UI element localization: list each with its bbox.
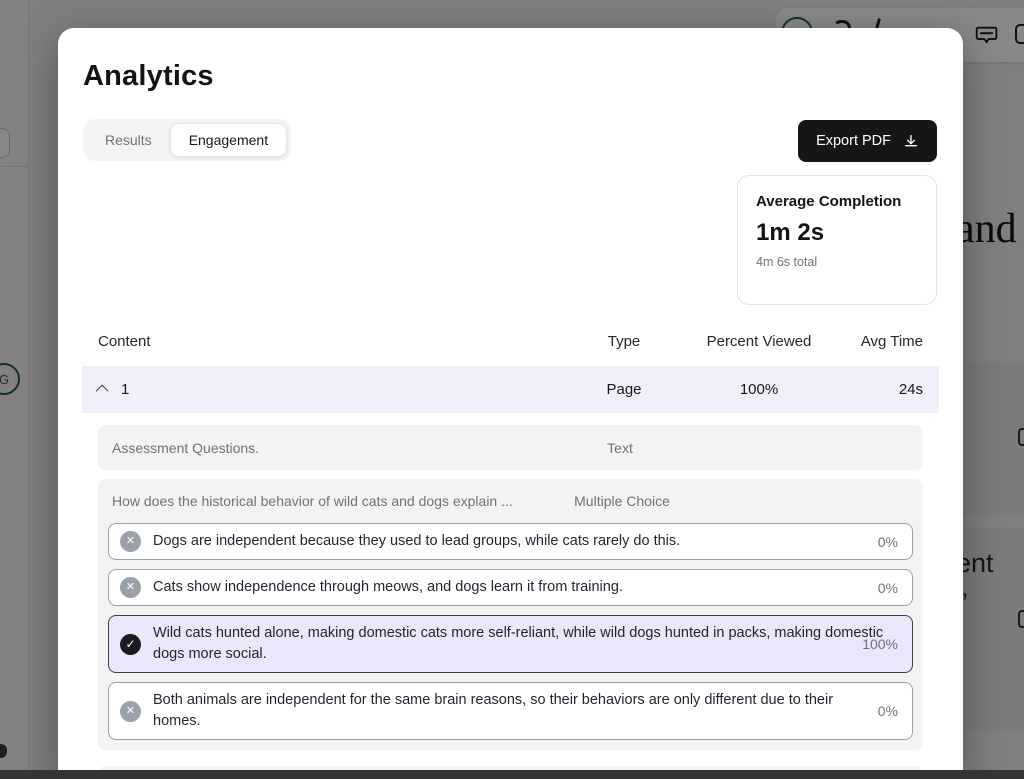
- table-row-page-1[interactable]: 1 Page 100% 24s: [82, 366, 939, 413]
- page-title: Analytics: [83, 60, 214, 93]
- header-type: Type: [569, 333, 679, 350]
- row-avg-time: 24s: [839, 381, 939, 398]
- tab-engagement[interactable]: Engagement: [170, 123, 287, 157]
- tab-results[interactable]: Results: [87, 124, 170, 156]
- answer-option-percent: 0%: [878, 534, 898, 550]
- header-content: Content: [82, 333, 569, 350]
- analytics-modal: Analytics Results Engagement Export PDF …: [58, 28, 963, 779]
- answer-option-text: Dogs are independent because they used t…: [153, 531, 866, 552]
- answer-option-correct: ✓ Wild cats hunted alone, making domesti…: [108, 615, 913, 673]
- subrow-type: Text: [518, 440, 722, 456]
- row-percent-viewed: 100%: [679, 381, 839, 398]
- answer-option-text: Both animals are independent for the sam…: [153, 690, 866, 732]
- question-type: Multiple Choice: [520, 493, 724, 509]
- x-circle-icon: ✕: [120, 701, 141, 722]
- answer-option-percent: 0%: [878, 703, 898, 719]
- tab-group: Results Engagement: [83, 119, 291, 161]
- summary-card-title: Average Completion: [756, 193, 918, 210]
- engagement-table: Content Type Percent Viewed Avg Time 1 P…: [82, 320, 939, 779]
- x-circle-icon: ✕: [120, 531, 141, 552]
- summary-card-value: 1m 2s: [756, 219, 918, 247]
- row-content-label: 1: [121, 381, 129, 398]
- answer-option: ✕ Both animals are independent for the s…: [108, 682, 913, 740]
- question-label: How does the historical behavior of wild…: [108, 493, 513, 509]
- subrow-label: Assessment Questions.: [98, 440, 259, 456]
- question-header: How does the historical behavior of wild…: [108, 479, 913, 523]
- average-completion-card: Average Completion 1m 2s 4m 6s total: [737, 175, 937, 305]
- table-header-row: Content Type Percent Viewed Avg Time: [82, 320, 939, 362]
- answer-option: ✕ Cats show independence through meows, …: [108, 569, 913, 606]
- subrow-text-block: Assessment Questions. Text: [98, 425, 923, 470]
- bottom-window-edge: [0, 770, 1024, 779]
- header-percent-viewed: Percent Viewed: [679, 333, 839, 350]
- header-avg-time: Avg Time: [839, 333, 939, 350]
- summary-card-subtext: 4m 6s total: [756, 255, 918, 269]
- subrow-question-block: How does the historical behavior of wild…: [98, 479, 923, 750]
- download-icon: [903, 133, 919, 149]
- answer-option-text: Wild cats hunted alone, making domestic …: [153, 623, 884, 665]
- check-circle-icon: ✓: [120, 634, 141, 655]
- export-pdf-button[interactable]: Export PDF: [798, 120, 937, 162]
- screen: G and ent ’ s. Analytics Res: [0, 0, 1024, 779]
- chevron-up-icon[interactable]: [96, 385, 109, 398]
- x-circle-icon: ✕: [120, 577, 141, 598]
- expanded-subrows: Assessment Questions. Text How does the …: [98, 425, 923, 779]
- answer-option-percent: 0%: [878, 580, 898, 596]
- export-pdf-label: Export PDF: [816, 133, 891, 149]
- row-type: Page: [569, 381, 679, 398]
- answer-option: ✕ Dogs are independent because they used…: [108, 523, 913, 560]
- answer-option-percent: 100%: [862, 636, 898, 652]
- answer-option-text: Cats show independence through meows, an…: [153, 577, 866, 598]
